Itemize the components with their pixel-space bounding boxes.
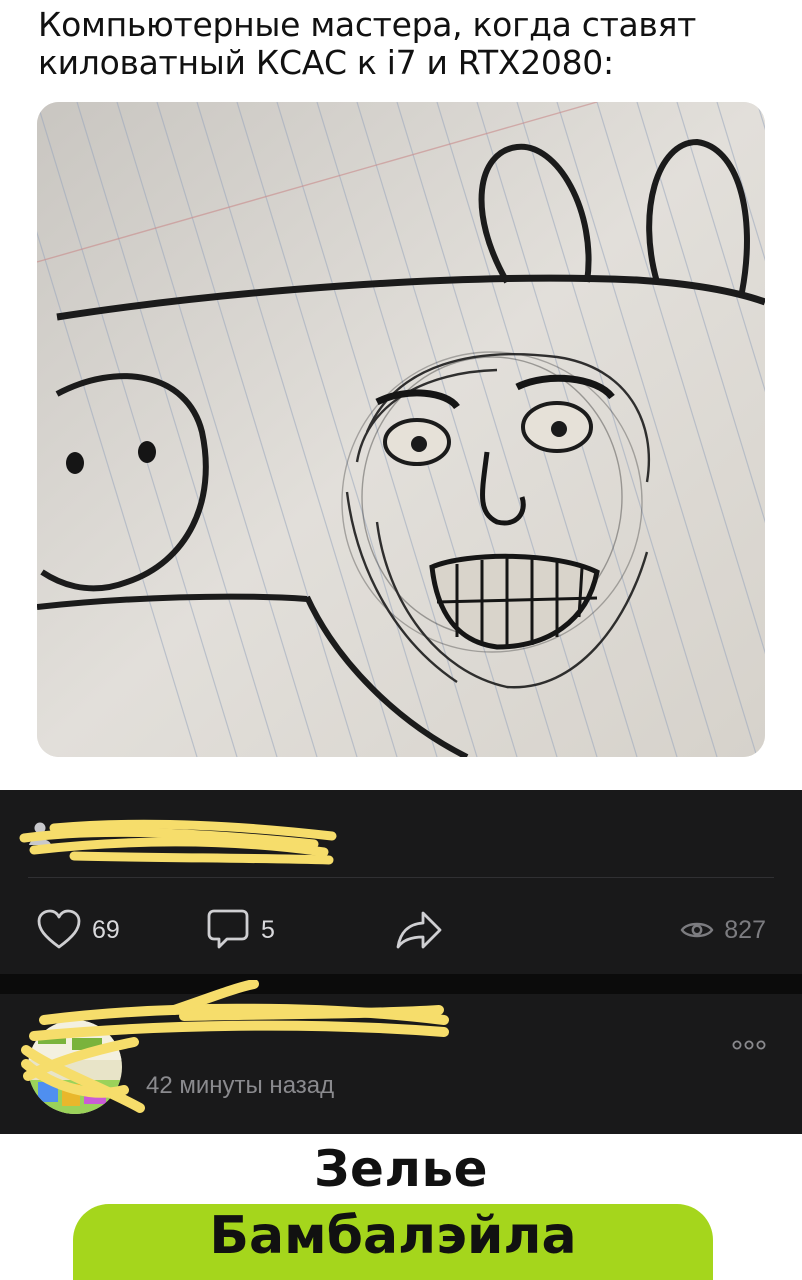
divider	[28, 877, 774, 878]
comment-timestamp: 42 минуты назад	[146, 1072, 335, 1099]
comment-card: 42 минуты назад	[0, 980, 802, 1134]
like-button[interactable]: 69	[36, 908, 120, 952]
redaction-scribble	[19, 819, 337, 865]
comment-button[interactable]: 5	[205, 908, 275, 952]
eye-icon	[680, 922, 714, 938]
comments-count: 5	[261, 915, 275, 944]
meme-image[interactable]	[37, 102, 765, 757]
share-icon	[396, 911, 442, 949]
pig-drawing-image	[37, 102, 765, 757]
author-row[interactable]	[19, 812, 428, 865]
title-line-2: Бамбалэйла	[209, 1206, 577, 1266]
caption-line-2: киловатный КСАС к i7 и RTX2080:	[38, 43, 614, 82]
views-count: 827	[724, 915, 766, 944]
likes-count: 69	[92, 915, 120, 944]
share-button[interactable]	[395, 908, 443, 952]
caption-line-1: Компьютерные мастера, когда ставят	[38, 5, 697, 44]
meme-caption: Компьютерные мастера, когда ставят килов…	[38, 6, 778, 82]
title-line-1: Зелье	[313, 1140, 489, 1198]
comment-icon	[207, 909, 249, 949]
green-title-banner: Бамбалэйла	[73, 1204, 713, 1280]
more-horizontal-icon[interactable]	[732, 1040, 766, 1050]
views-counter: 827	[680, 908, 766, 952]
post-footer: 69 5 827	[0, 790, 802, 974]
heart-icon	[37, 909, 81, 949]
meme-panel: Компьютерные мастера, когда ставят килов…	[0, 0, 802, 790]
bottom-caption: Зелье Бамбалэйла	[0, 1134, 802, 1280]
